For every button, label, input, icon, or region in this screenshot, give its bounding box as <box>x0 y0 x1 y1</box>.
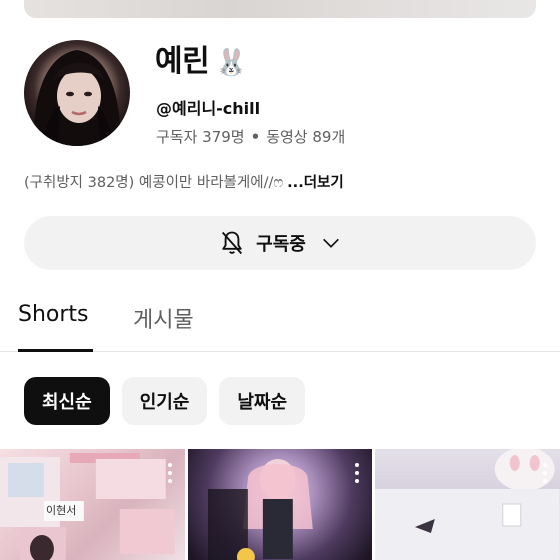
channel-tabs: Shorts 게시물 <box>0 296 560 352</box>
avatar-image <box>33 50 121 146</box>
subscriber-count: 구독자 379명 <box>156 128 245 146</box>
short-thumbnail[interactable]: 이현서 <box>0 449 185 560</box>
stats-separator: • <box>250 128 261 146</box>
tab-shorts[interactable]: Shorts <box>18 302 89 327</box>
name-card-text: 이현서 <box>46 504 77 517</box>
more-options-icon[interactable] <box>167 463 173 483</box>
channel-name: 예린 🐰 <box>155 42 248 83</box>
chip-latest[interactable]: 최신순 <box>24 377 110 425</box>
short-thumbnail-image <box>207 459 313 560</box>
subscribed-label: 구독중 <box>256 234 306 255</box>
video-count: 동영상 89개 <box>266 128 346 146</box>
channel-description[interactable]: (구취방지 382명) 예콩이만 바라볼게에//ෆ ...더보기 <box>24 171 344 192</box>
chevron-down-icon <box>322 238 339 248</box>
tab-posts[interactable]: 게시물 <box>133 302 194 334</box>
short-thumbnail-image <box>0 453 175 560</box>
sort-chips: 최신순 인기순 날짜순 <box>24 377 306 425</box>
more-options-icon[interactable] <box>542 463 548 483</box>
short-thumbnail[interactable] <box>187 449 373 560</box>
channel-banner <box>24 0 536 18</box>
chip-by-date[interactable]: 날짜순 <box>219 377 306 425</box>
bell-off-icon <box>222 231 243 255</box>
channel-stats: 구독자 379명 • 동영상 89개 <box>156 126 345 147</box>
subscribed-button[interactable]: 구독중 <box>24 216 536 270</box>
shorts-grid: 이현서 <box>0 449 560 560</box>
channel-handle: @예리니-chill <box>156 99 261 118</box>
more-options-icon[interactable] <box>354 463 360 483</box>
chip-popular[interactable]: 인기순 <box>121 377 208 425</box>
short-thumbnail[interactable] <box>375 449 560 560</box>
short-thumbnail-image <box>375 449 560 560</box>
avatar[interactable] <box>24 40 130 146</box>
description-text: (구취방지 382명) 예콩이만 바라볼게에//ෆ <box>24 175 284 191</box>
active-tab-indicator <box>18 349 93 352</box>
channel-name-text: 예린 <box>155 44 210 79</box>
more-link[interactable]: ...더보기 <box>287 175 344 191</box>
bunny-emoji-icon: 🐰 <box>215 48 248 78</box>
